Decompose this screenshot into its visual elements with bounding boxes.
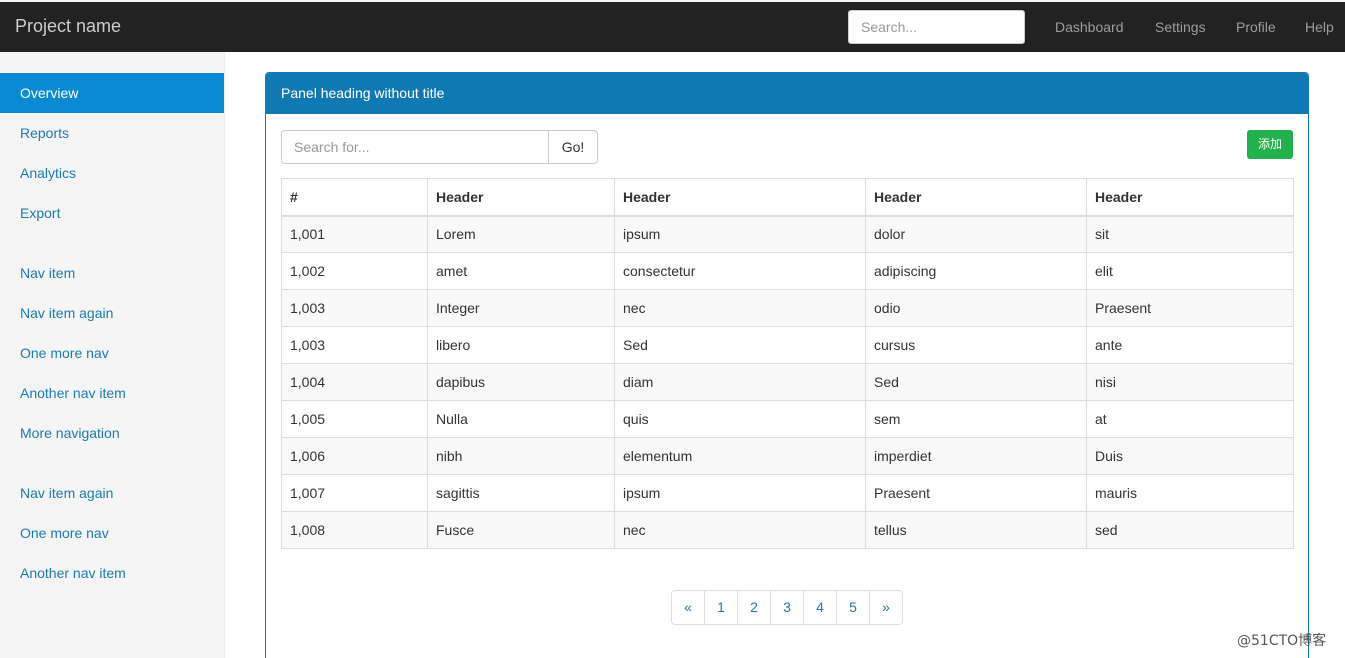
row-id-cell: 1,006 (281, 437, 428, 475)
table-body: 1,001 Lorem ipsum dolor sit 1,002 amet consecte… (281, 215, 1294, 549)
table-row: 1,005 Nulla quis sem at (281, 400, 1294, 438)
table-row: 1,002 amet consectetur adipiscing elit (281, 252, 1294, 290)
table-cell: elit (1086, 252, 1294, 290)
data-table: # Header Header Header Header 1,001 Lorem… (281, 178, 1294, 549)
column-header: Header (1086, 178, 1294, 217)
pagination-page-5[interactable]: 5 (836, 590, 870, 625)
table-cell: Duis (1086, 437, 1294, 475)
table-cell: nisi (1086, 363, 1294, 401)
table-cell: imperdiet (865, 437, 1087, 475)
sidebar-item-nav-item[interactable]: Nav item (0, 253, 224, 293)
column-header-number: # (281, 178, 428, 217)
table-cell: tellus (865, 511, 1087, 549)
nav-link-profile[interactable]: Profile (1236, 19, 1276, 35)
table-cell: dapibus (427, 363, 615, 401)
table-cell: adipiscing (865, 252, 1087, 290)
table-cell: sit (1086, 215, 1294, 253)
pagination-page-2[interactable]: 2 (737, 590, 771, 625)
top-navbar: Project name Dashboard Settings Profile … (0, 0, 1345, 52)
table-cell: Praesent (865, 474, 1087, 512)
table-row: 1,007 sagittis ipsum Praesent mauris (281, 474, 1294, 512)
go-button[interactable]: Go! (548, 130, 598, 164)
pagination-page-1[interactable]: 1 (704, 590, 738, 625)
table-cell: dolor (865, 215, 1087, 253)
table-cell: elementum (614, 437, 866, 475)
table-cell: odio (865, 289, 1087, 327)
sidebar-item-nav-item-again[interactable]: Nav item again (0, 293, 224, 333)
sidebar-item-another-nav-item-2[interactable]: Another nav item (0, 553, 224, 593)
sidebar-item-overview[interactable]: Overview (0, 73, 224, 113)
table-cell: amet (427, 252, 615, 290)
row-id-cell: 1,002 (281, 252, 428, 290)
row-id-cell: 1,005 (281, 400, 428, 438)
row-id-cell: 1,001 (281, 215, 428, 253)
table-cell: consectetur (614, 252, 866, 290)
sidebar-item-reports[interactable]: Reports (0, 113, 224, 153)
navbar-search-input[interactable] (848, 10, 1025, 44)
nav-link-dashboard[interactable]: Dashboard (1055, 19, 1124, 35)
table-cell: libero (427, 326, 615, 364)
table-cell: ipsum (614, 474, 866, 512)
sidebar-item-nav-item-again-2[interactable]: Nav item again (0, 473, 224, 513)
row-id-cell: 1,003 (281, 289, 428, 327)
table-cell: nec (614, 511, 866, 549)
sidebar-item-one-more-nav[interactable]: One more nav (0, 333, 224, 373)
panel-heading: Panel heading without title (266, 73, 1308, 114)
table-cell: at (1086, 400, 1294, 438)
table-row: 1,003 Integer nec odio Praesent (281, 289, 1294, 327)
column-header: Header (865, 178, 1087, 217)
table-cell: mauris (1086, 474, 1294, 512)
table-cell: Nulla (427, 400, 615, 438)
table-cell: nibh (427, 437, 615, 475)
brand-link[interactable]: Project name (15, 16, 121, 37)
column-header: Header (614, 178, 866, 217)
pagination: « 1 2 3 4 5 » (671, 590, 903, 625)
table-header-row: # Header Header Header Header (281, 178, 1294, 217)
sidebar-item-another-nav-item[interactable]: Another nav item (0, 373, 224, 413)
table-cell: Fusce (427, 511, 615, 549)
table-cell: diam (614, 363, 866, 401)
sidebar-item-one-more-nav-2[interactable]: One more nav (0, 513, 224, 553)
table-cell: sem (865, 400, 1087, 438)
table-cell: nec (614, 289, 866, 327)
data-panel: Panel heading without title Go! 添加 # Hea… (265, 72, 1309, 658)
table-cell: ante (1086, 326, 1294, 364)
table-row: 1,003 libero Sed cursus ante (281, 326, 1294, 364)
row-id-cell: 1,004 (281, 363, 428, 401)
table-cell: cursus (865, 326, 1087, 364)
pagination-page-4[interactable]: 4 (803, 590, 837, 625)
row-id-cell: 1,007 (281, 474, 428, 512)
table-cell: Integer (427, 289, 615, 327)
table-cell: sagittis (427, 474, 615, 512)
watermark: @51CTO博客 (1237, 633, 1327, 649)
table-search-input[interactable] (281, 130, 549, 164)
pagination-page-3[interactable]: 3 (770, 590, 804, 625)
table-cell: ipsum (614, 215, 866, 253)
row-id-cell: 1,003 (281, 326, 428, 364)
table-cell: Praesent (1086, 289, 1294, 327)
table-row: 1,001 Lorem ipsum dolor sit (281, 215, 1294, 253)
table-cell: Sed (865, 363, 1087, 401)
sidebar-item-analytics[interactable]: Analytics (0, 153, 224, 193)
add-button[interactable]: 添加 (1247, 130, 1293, 159)
pagination-next[interactable]: » (869, 590, 903, 625)
row-id-cell: 1,008 (281, 511, 428, 549)
table-row: 1,008 Fusce nec tellus sed (281, 511, 1294, 549)
table-row: 1,006 nibh elementum imperdiet Duis (281, 437, 1294, 475)
table-cell: Sed (614, 326, 866, 364)
table-cell: Lorem (427, 215, 615, 253)
sidebar: Overview Reports Analytics Export Nav it… (0, 52, 225, 658)
sidebar-item-export[interactable]: Export (0, 193, 224, 233)
table-cell: sed (1086, 511, 1294, 549)
nav-link-settings[interactable]: Settings (1155, 19, 1206, 35)
column-header: Header (427, 178, 615, 217)
table-row: 1,004 dapibus diam Sed nisi (281, 363, 1294, 401)
nav-link-help[interactable]: Help (1305, 19, 1334, 35)
sidebar-item-more-navigation[interactable]: More navigation (0, 413, 224, 453)
pagination-previous[interactable]: « (671, 590, 705, 625)
table-cell: quis (614, 400, 866, 438)
